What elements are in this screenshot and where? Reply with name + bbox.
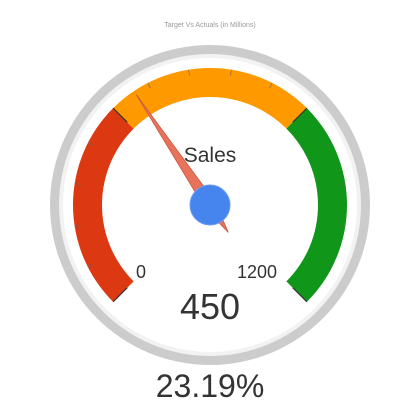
gauge-label: Sales bbox=[183, 144, 237, 167]
percentage-readout: 23.19% bbox=[155, 368, 265, 404]
gauge-svg bbox=[50, 45, 370, 365]
gauge-widget: Target Vs Actuals (in Millions) Sales 0 … bbox=[0, 0, 420, 405]
gauge-min-label: 0 bbox=[136, 262, 147, 282]
chart-title: Target Vs Actuals (in Millions) bbox=[164, 22, 256, 29]
needle-hub bbox=[189, 184, 231, 226]
gauge-max-label: 1200 bbox=[237, 262, 278, 282]
gauge-value: 450 bbox=[179, 286, 241, 327]
